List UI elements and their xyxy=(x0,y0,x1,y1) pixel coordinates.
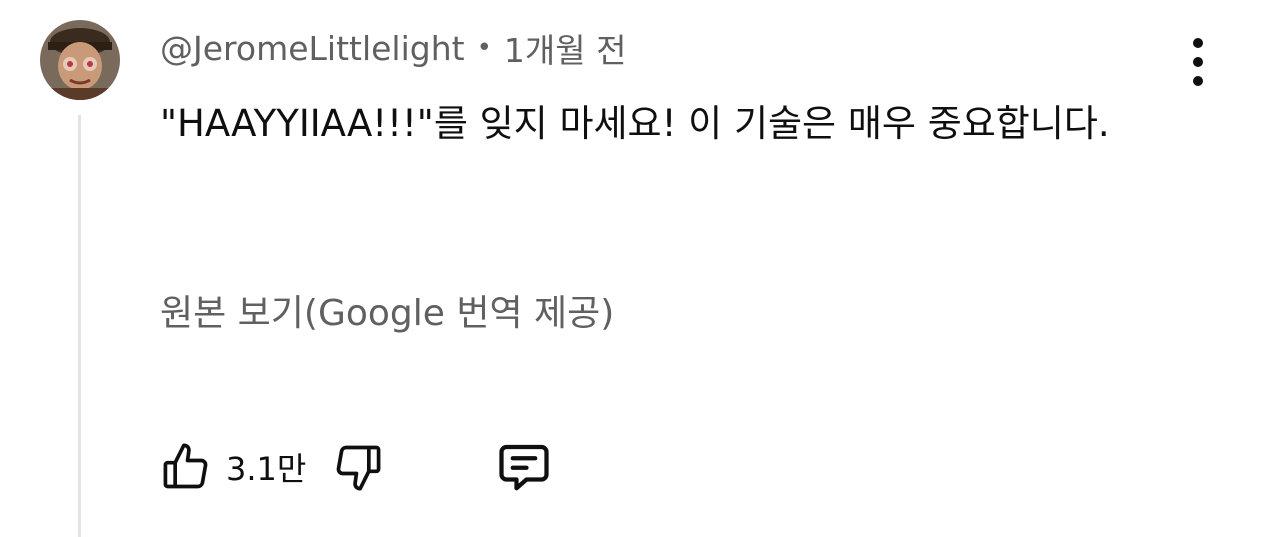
thumbs-up-icon xyxy=(163,443,208,489)
comment-text: "HAAYYIIAA!!!"를 잊지 마세요! 이 기술은 매우 중요합니다. xyxy=(160,102,1110,145)
translation-toggle-link[interactable]: 원본 보기(Google 번역 제공) xyxy=(160,284,614,336)
more-vertical-icon-dot xyxy=(1193,57,1203,67)
header-separator: • xyxy=(476,33,492,63)
comment-actions: 3.1만 xyxy=(160,437,554,497)
like-count: 3.1만 xyxy=(226,450,307,488)
avatar[interactable] xyxy=(40,20,120,100)
comment-header: @JeromeLittlelight • 1개월 전 xyxy=(160,24,627,72)
dislike-button[interactable] xyxy=(332,441,384,493)
more-vertical-icon-dot xyxy=(1193,76,1203,86)
comment-timestamp[interactable]: 1개월 전 xyxy=(504,24,627,72)
reply-thread-line xyxy=(78,115,81,537)
comment-icon xyxy=(499,444,549,491)
author-name[interactable]: @JeromeLittlelight xyxy=(160,29,465,68)
reply-button[interactable] xyxy=(494,437,554,497)
thumbs-down-icon xyxy=(337,445,381,491)
avatar-image xyxy=(40,20,120,100)
like-button[interactable]: 3.1만 xyxy=(160,441,306,493)
more-options-button[interactable] xyxy=(1176,34,1220,90)
more-vertical-icon-dot xyxy=(1193,38,1203,48)
